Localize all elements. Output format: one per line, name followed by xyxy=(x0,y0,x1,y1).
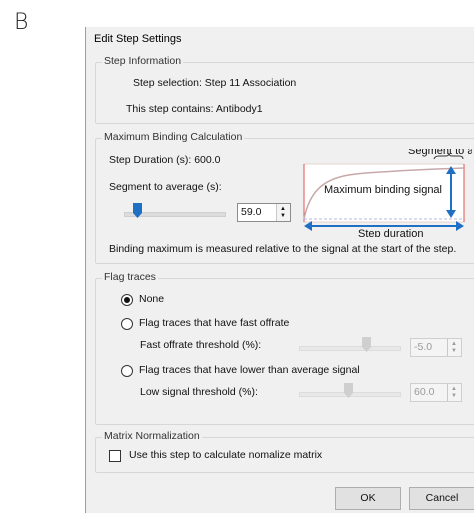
radio-selected-dot xyxy=(124,297,130,303)
spinner-down-icon[interactable]: ▼ xyxy=(451,393,457,399)
radio-low-signal-label[interactable]: Flag traces that have lower than average… xyxy=(139,364,360,376)
radio-fast-offrate[interactable] xyxy=(121,318,133,330)
low-signal-threshold-label: Low signal threshold (%): xyxy=(140,386,258,398)
step-selection-text: Step selection: Step 11 Association xyxy=(133,77,297,89)
matrix-normalization-group: Matrix Normalization Use this step to ca… xyxy=(95,430,474,473)
low-signal-spinner[interactable]: 60.0 ▲ ▼ xyxy=(410,383,462,402)
matrix-normalization-legend: Matrix Normalization xyxy=(102,430,202,442)
edit-step-settings-dialog: Edit Step Settings Step Information Step… xyxy=(85,27,474,513)
binding-maximum-note: Binding maximum is measured relative to … xyxy=(109,243,457,255)
radio-fast-offrate-label[interactable]: Flag traces that have fast offrate xyxy=(139,317,289,329)
step-duration-diagram-text: Step duration xyxy=(358,228,423,237)
ok-button[interactable]: OK xyxy=(335,487,401,510)
fast-offrate-spinner-arrows[interactable]: ▲ ▼ xyxy=(447,339,461,356)
fast-offrate-slider-thumb[interactable] xyxy=(362,337,371,352)
figure-panel-letter: B xyxy=(14,10,29,35)
fast-offrate-threshold-label: Fast offrate threshold (%): xyxy=(140,339,262,351)
radio-none-label[interactable]: None xyxy=(139,293,164,305)
normalize-matrix-label[interactable]: Use this step to calculate nomalize matr… xyxy=(129,449,322,461)
step-duration-text: Step Duration (s): 600.0 xyxy=(109,154,221,166)
binding-diagram: Segment to average Maximum binding signa… xyxy=(303,149,472,237)
spinner-up-icon[interactable]: ▲ xyxy=(451,386,457,392)
normalize-matrix-checkbox[interactable] xyxy=(109,450,121,462)
spinner-up-icon[interactable]: ▲ xyxy=(451,341,457,347)
segment-value: 59.0 xyxy=(241,206,262,218)
maximum-binding-legend: Maximum Binding Calculation xyxy=(102,131,245,143)
step-contains-text: This step contains: Antibody1 xyxy=(126,103,263,115)
radio-none[interactable] xyxy=(121,294,133,306)
cancel-button[interactable]: Cancel xyxy=(409,487,474,510)
low-signal-value: 60.0 xyxy=(414,386,435,398)
segment-value-spinner[interactable]: 59.0 ▲ ▼ xyxy=(237,203,291,222)
low-signal-spinner-arrows[interactable]: ▲ ▼ xyxy=(447,384,461,401)
segment-to-average-label: Segment to average (s): xyxy=(109,181,222,193)
low-signal-slider-thumb[interactable] xyxy=(344,383,353,398)
flag-traces-legend: Flag traces xyxy=(102,271,158,283)
maximum-binding-signal-text: Maximum binding signal xyxy=(324,184,442,196)
spinner-down-icon[interactable]: ▼ xyxy=(451,348,457,354)
segment-to-average-text: Segment to average xyxy=(408,149,472,157)
flag-traces-group: Flag traces None Flag traces that have f… xyxy=(95,271,474,425)
maximum-binding-group: Maximum Binding Calculation Step Duratio… xyxy=(95,131,474,264)
step-information-legend: Step Information xyxy=(102,55,184,67)
fast-offrate-slider-track[interactable] xyxy=(299,346,401,351)
radio-low-signal[interactable] xyxy=(121,365,133,377)
segment-slider-thumb[interactable] xyxy=(133,203,142,218)
dialog-title: Edit Step Settings xyxy=(94,33,182,45)
fast-offrate-spinner[interactable]: -5.0 ▲ ▼ xyxy=(410,338,462,357)
step-information-group: Step Information Step selection: Step 11… xyxy=(95,55,474,124)
fast-offrate-value: -5.0 xyxy=(414,341,433,353)
